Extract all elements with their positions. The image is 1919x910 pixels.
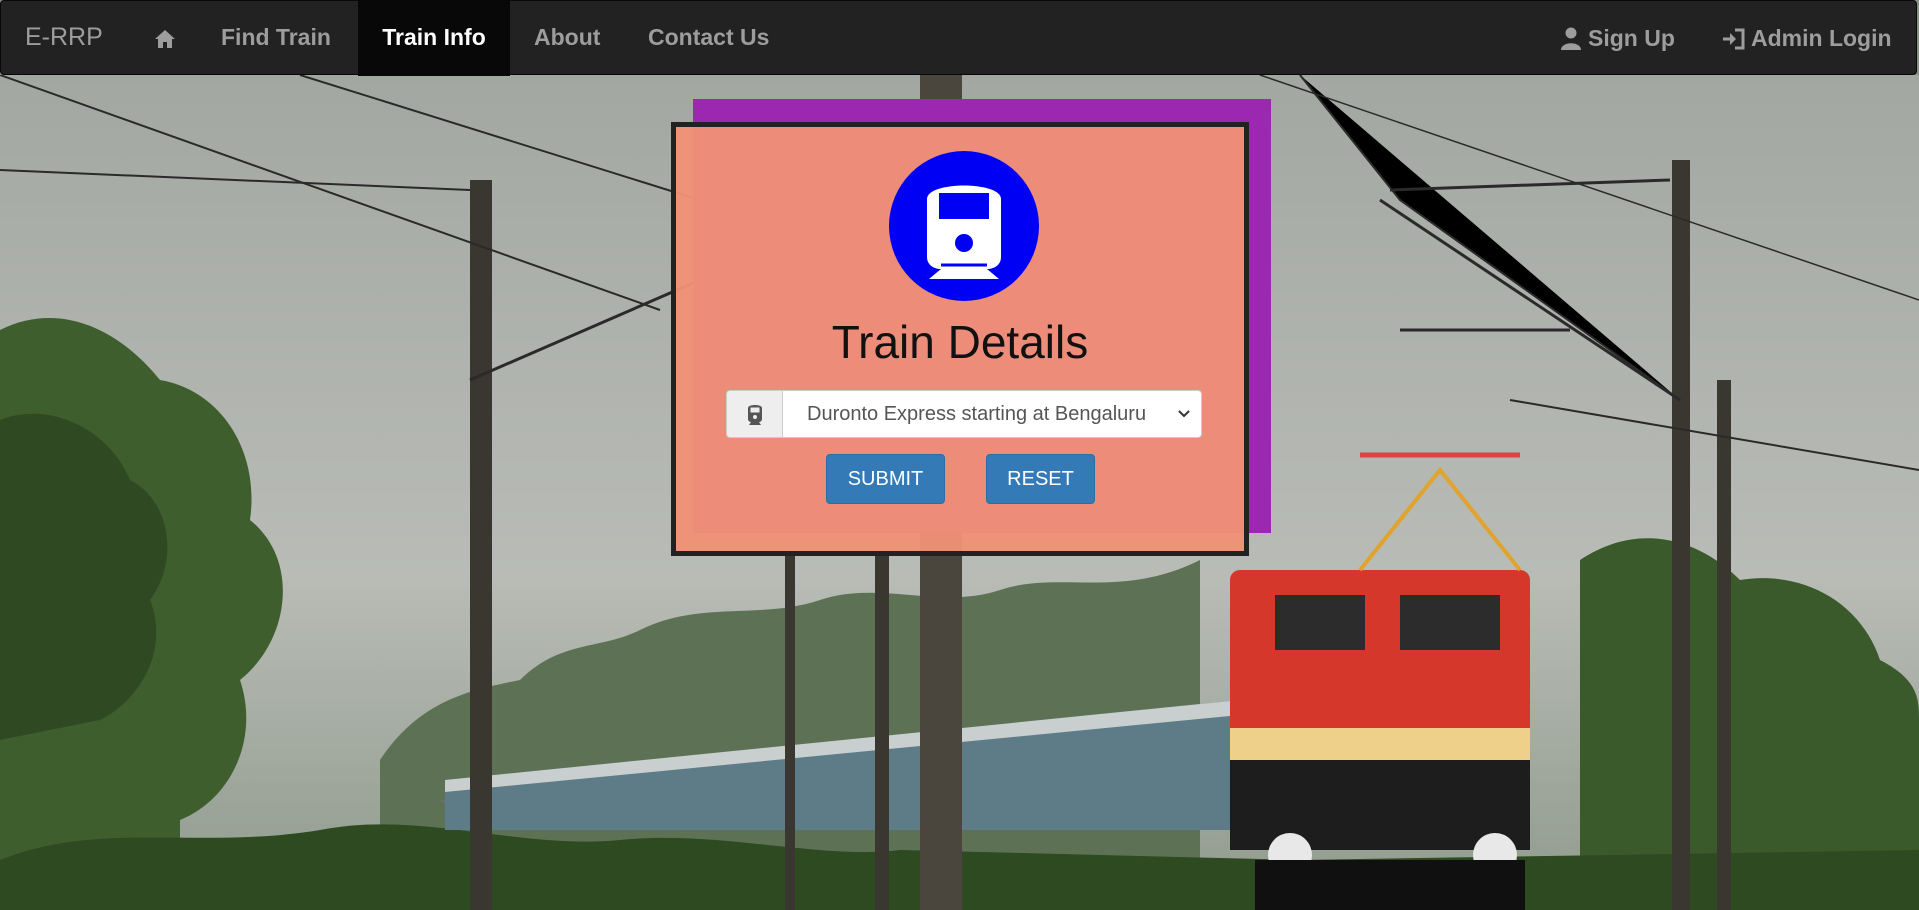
select-addon: [726, 390, 782, 438]
train-select-group: Duronto Express starting at Bengaluru: [726, 390, 1202, 440]
nav-find-train[interactable]: Find Train: [202, 1, 350, 76]
nav-contact-us[interactable]: Contact Us: [629, 1, 788, 76]
user-icon: [1561, 27, 1581, 50]
login-icon: [1723, 28, 1745, 49]
train-icon: [927, 185, 1001, 279]
submit-button[interactable]: SUBMIT: [826, 454, 945, 504]
chevron-down-icon: [1178, 410, 1190, 418]
train-logo: [889, 151, 1039, 301]
card-title: Train Details: [831, 316, 1089, 368]
nav-sign-up[interactable]: Sign Up: [1541, 1, 1694, 76]
navbar: E-RRP Find Train Train Info About Contac…: [0, 0, 1917, 76]
train-select[interactable]: Duronto Express starting at Bengaluru: [782, 390, 1202, 438]
brand-logo[interactable]: E-RRP: [25, 1, 103, 76]
nav-train-info[interactable]: Train Info: [358, 1, 510, 76]
selected-train: Duronto Express starting at Bengaluru: [807, 403, 1147, 425]
sign-up-label: Sign Up: [1588, 25, 1675, 51]
home-icon: [155, 29, 175, 48]
reset-button[interactable]: RESET: [986, 454, 1095, 504]
admin-login-label: Admin Login: [1751, 25, 1892, 51]
train-details-card: Train Details Duronto Express starting a…: [671, 122, 1249, 556]
nav-admin-login[interactable]: Admin Login: [1702, 1, 1911, 76]
nav-home[interactable]: [136, 1, 194, 76]
nav-about[interactable]: About: [515, 1, 619, 76]
train-icon: [747, 405, 762, 425]
